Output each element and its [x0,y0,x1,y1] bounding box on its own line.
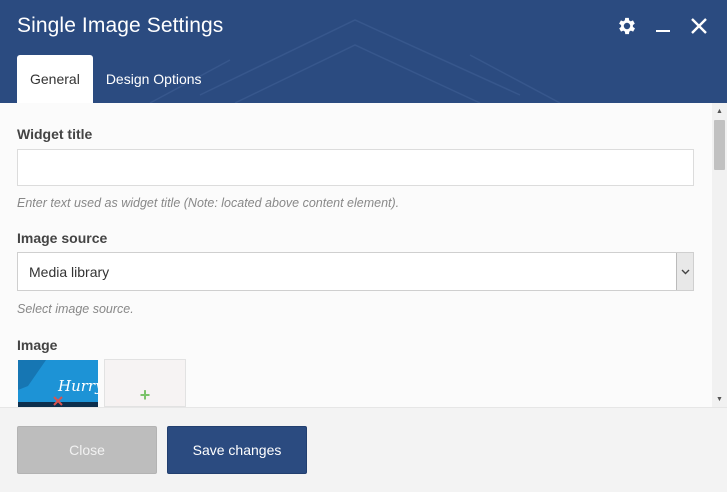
scrollbar-thumb[interactable] [714,120,725,170]
widget-title-label: Widget title [17,126,93,142]
dialog-title: Single Image Settings [17,14,224,37]
chevron-down-icon[interactable] [676,253,693,290]
image-source-help: Select image source. [17,302,134,316]
widget-title-help: Enter text used as widget title (Note: l… [17,196,400,210]
single-image-settings-dialog: Single Image Settings General Design Opt… [0,0,727,492]
gear-icon[interactable] [615,14,639,38]
header-controls [615,14,711,38]
image-source-select[interactable]: Media library [17,252,694,291]
remove-image-icon[interactable] [52,395,64,407]
add-image-button[interactable]: + [104,359,186,407]
save-changes-button[interactable]: Save changes [167,426,307,474]
tab-bar: General Design Options [17,55,215,103]
tab-general[interactable]: General [17,55,93,103]
image-source-value: Media library [29,264,110,280]
close-button[interactable]: Close [17,426,157,474]
scroll-down-icon[interactable]: ▼ [712,392,727,406]
image-thumbnail[interactable]: Hurry [18,360,98,407]
dialog-body: Widget title Enter text used as widget t… [0,103,712,407]
dialog-footer: Close Save changes [0,407,727,492]
body-scrollbar[interactable]: ▲ ▼ [712,103,727,407]
tab-design-options[interactable]: Design Options [93,55,215,103]
image-label: Image [17,337,58,353]
dialog-header: Single Image Settings General Design Opt… [0,0,727,103]
widget-title-input[interactable] [17,149,694,186]
image-source-label: Image source [17,230,108,246]
plus-icon: + [139,385,151,405]
minimize-icon[interactable] [651,14,675,38]
thumbnail-text: Hurry [57,377,98,395]
close-icon[interactable] [687,14,711,38]
scroll-up-icon[interactable]: ▲ [712,104,727,118]
